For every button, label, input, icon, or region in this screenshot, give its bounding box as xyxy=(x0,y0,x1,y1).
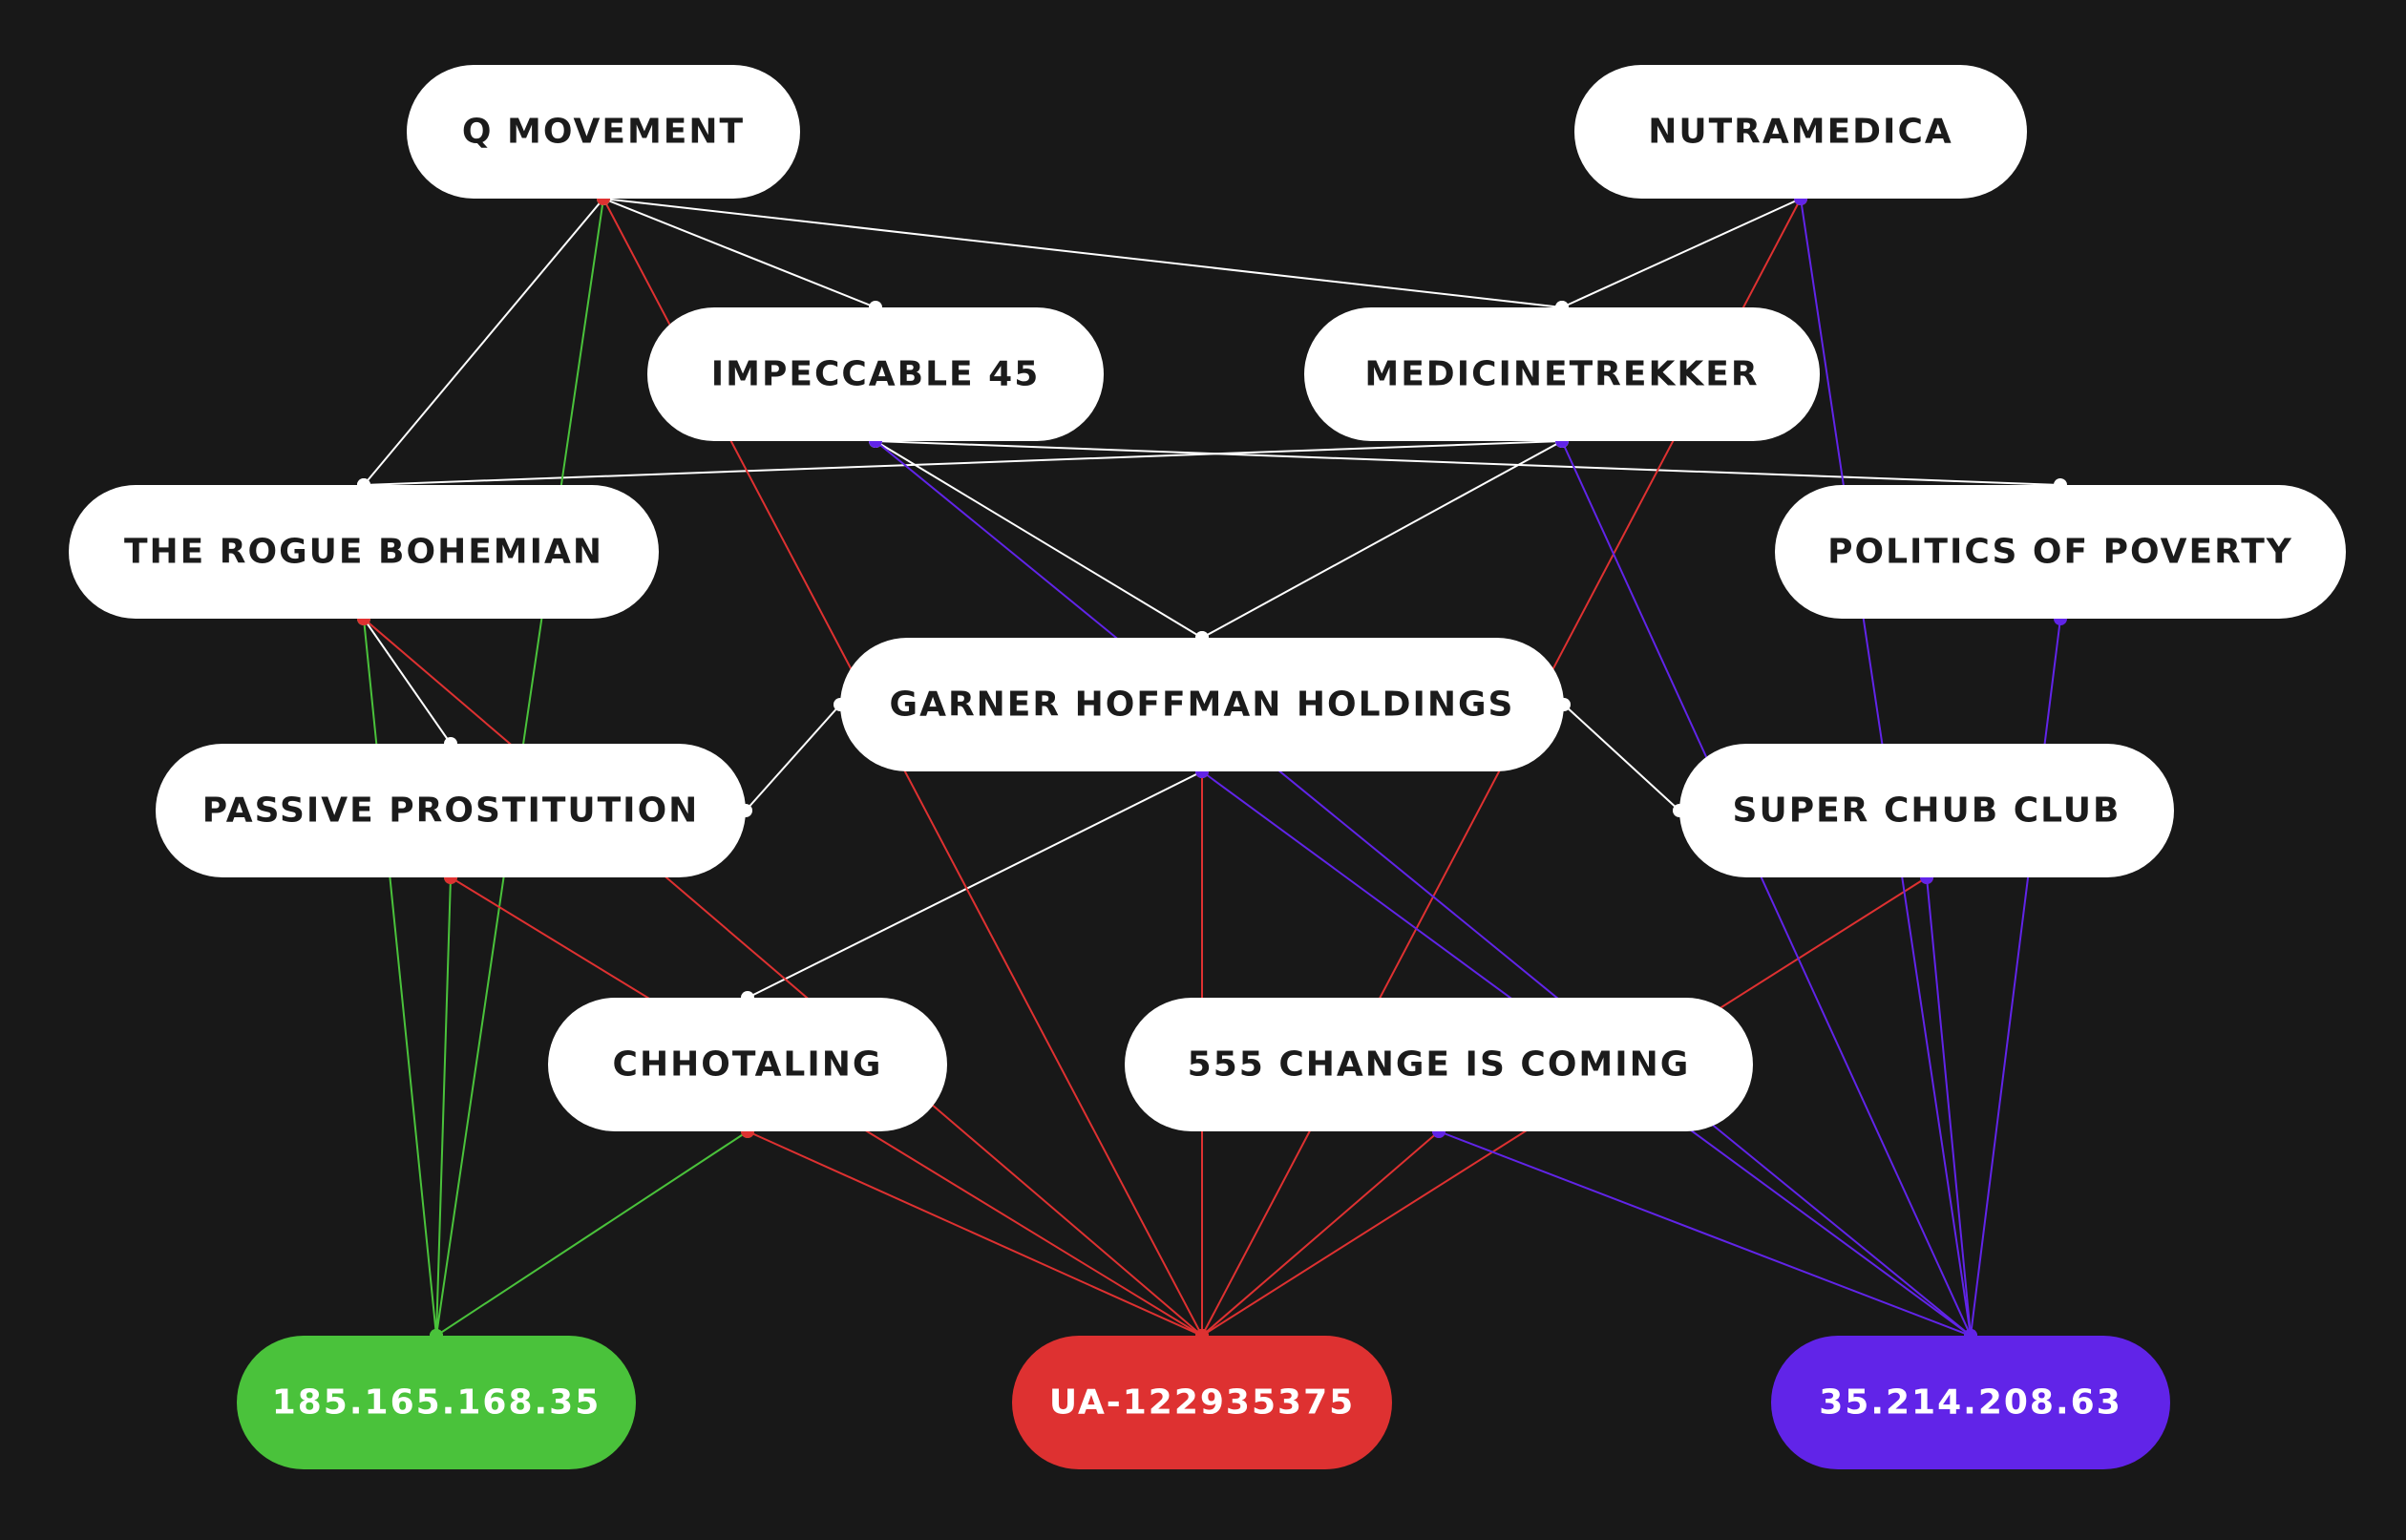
node-garner[interactable]: GARNER HOFFMAN HOLDINGS xyxy=(840,638,1564,771)
node-label-ip1: 185.165.168.35 xyxy=(272,1383,602,1423)
node-chho[interactable]: CHHOTALING xyxy=(548,998,947,1131)
node-c555[interactable]: 555 CHANGE IS COMING xyxy=(1125,998,1753,1131)
node-label-c555: 555 CHANGE IS COMING xyxy=(1188,1045,1691,1085)
node-label-super: SUPER CHUB CLUB xyxy=(1733,791,2121,831)
node-label-q: Q MOVEMENT xyxy=(462,113,745,152)
node-label-ip2: 35.214.208.63 xyxy=(1819,1383,2122,1423)
node-label-passive: PASSIVE PROSTITUTION xyxy=(202,791,700,831)
node-label-pol: POLITICS OF POVERTY xyxy=(1827,533,2293,572)
node-label-chho: CHHOTALING xyxy=(613,1045,883,1085)
node-label-rogue: THE ROGUE BOHEMIAN xyxy=(124,533,603,572)
node-ua[interactable]: UA-122935375 xyxy=(1012,1336,1392,1469)
node-med[interactable]: MEDICINETREKKER xyxy=(1304,307,1820,441)
node-passive[interactable]: PASSIVE PROSTITUTION xyxy=(156,744,746,877)
node-rogue[interactable]: THE ROGUE BOHEMIAN xyxy=(69,485,659,619)
entity-relationship-graph: Q MOVEMENT NUTRAMEDICA IMPECCABLE 45 MEDICI… xyxy=(0,0,2406,1540)
node-super[interactable]: SUPER CHUB CLUB xyxy=(1679,744,2174,877)
node-pol[interactable]: POLITICS OF POVERTY xyxy=(1775,485,2346,619)
node-ip2[interactable]: 35.214.208.63 xyxy=(1771,1336,2170,1469)
node-q[interactable]: Q MOVEMENT xyxy=(407,65,800,199)
node-label-ua: UA-122935375 xyxy=(1049,1383,1355,1423)
node-imp[interactable]: IMPECCABLE 45 xyxy=(647,307,1104,441)
node-label-med: MEDICINETREKKER xyxy=(1364,355,1759,394)
node-label-garner: GARNER HOFFMAN HOLDINGS xyxy=(890,686,1515,725)
node-label-nutra: NUTRAMEDICA xyxy=(1648,113,1952,152)
node-label-imp: IMPECCABLE 45 xyxy=(711,355,1041,394)
node-ip1[interactable]: 185.165.168.35 xyxy=(237,1336,636,1469)
node-nutra[interactable]: NUTRAMEDICA xyxy=(1574,65,2027,199)
